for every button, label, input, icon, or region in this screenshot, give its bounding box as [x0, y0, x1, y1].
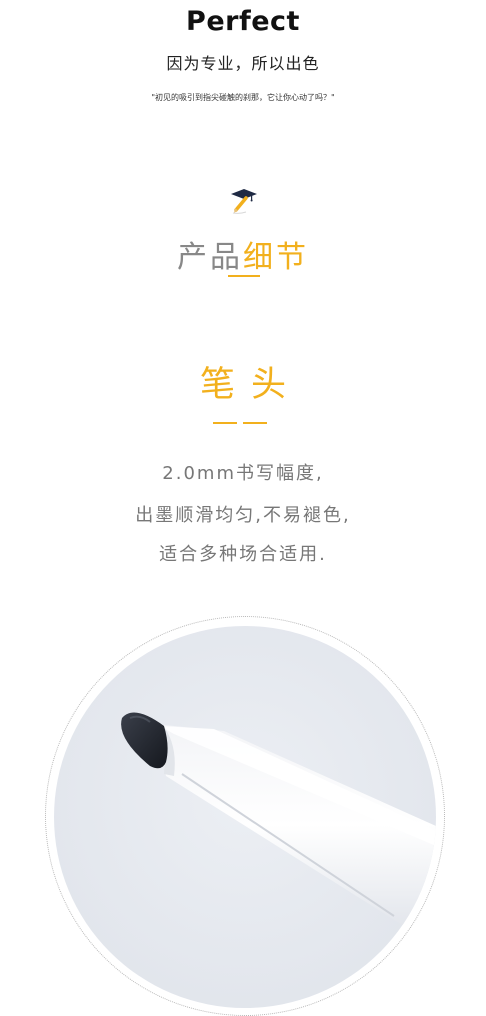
- tagline-quote: "初见的吸引到指尖碰触的刹那，它让你心动了吗？": [151, 93, 335, 102]
- page-title: Perfect: [186, 6, 300, 37]
- feature-description-line-2: 出墨顺滑均匀,不易褪色,: [135, 505, 351, 526]
- marker-pen-tip-photo: [54, 626, 436, 1008]
- section-heading-part1: 产品: [177, 240, 243, 275]
- feature-description-line-1: 2.0mm书写幅度,: [162, 463, 324, 484]
- page-subtitle: 因为专业，所以出色: [166, 54, 320, 73]
- graduate-pen-icon: [230, 186, 260, 216]
- section-underline: [228, 275, 260, 277]
- feature-description-line-3: 适合多种场合适用.: [159, 544, 327, 565]
- section-heading: 产品细节: [0, 232, 486, 276]
- feature-heading: 笔头: [199, 365, 302, 405]
- feature-underline: [213, 422, 267, 424]
- section-heading-part2: 细节: [243, 240, 309, 275]
